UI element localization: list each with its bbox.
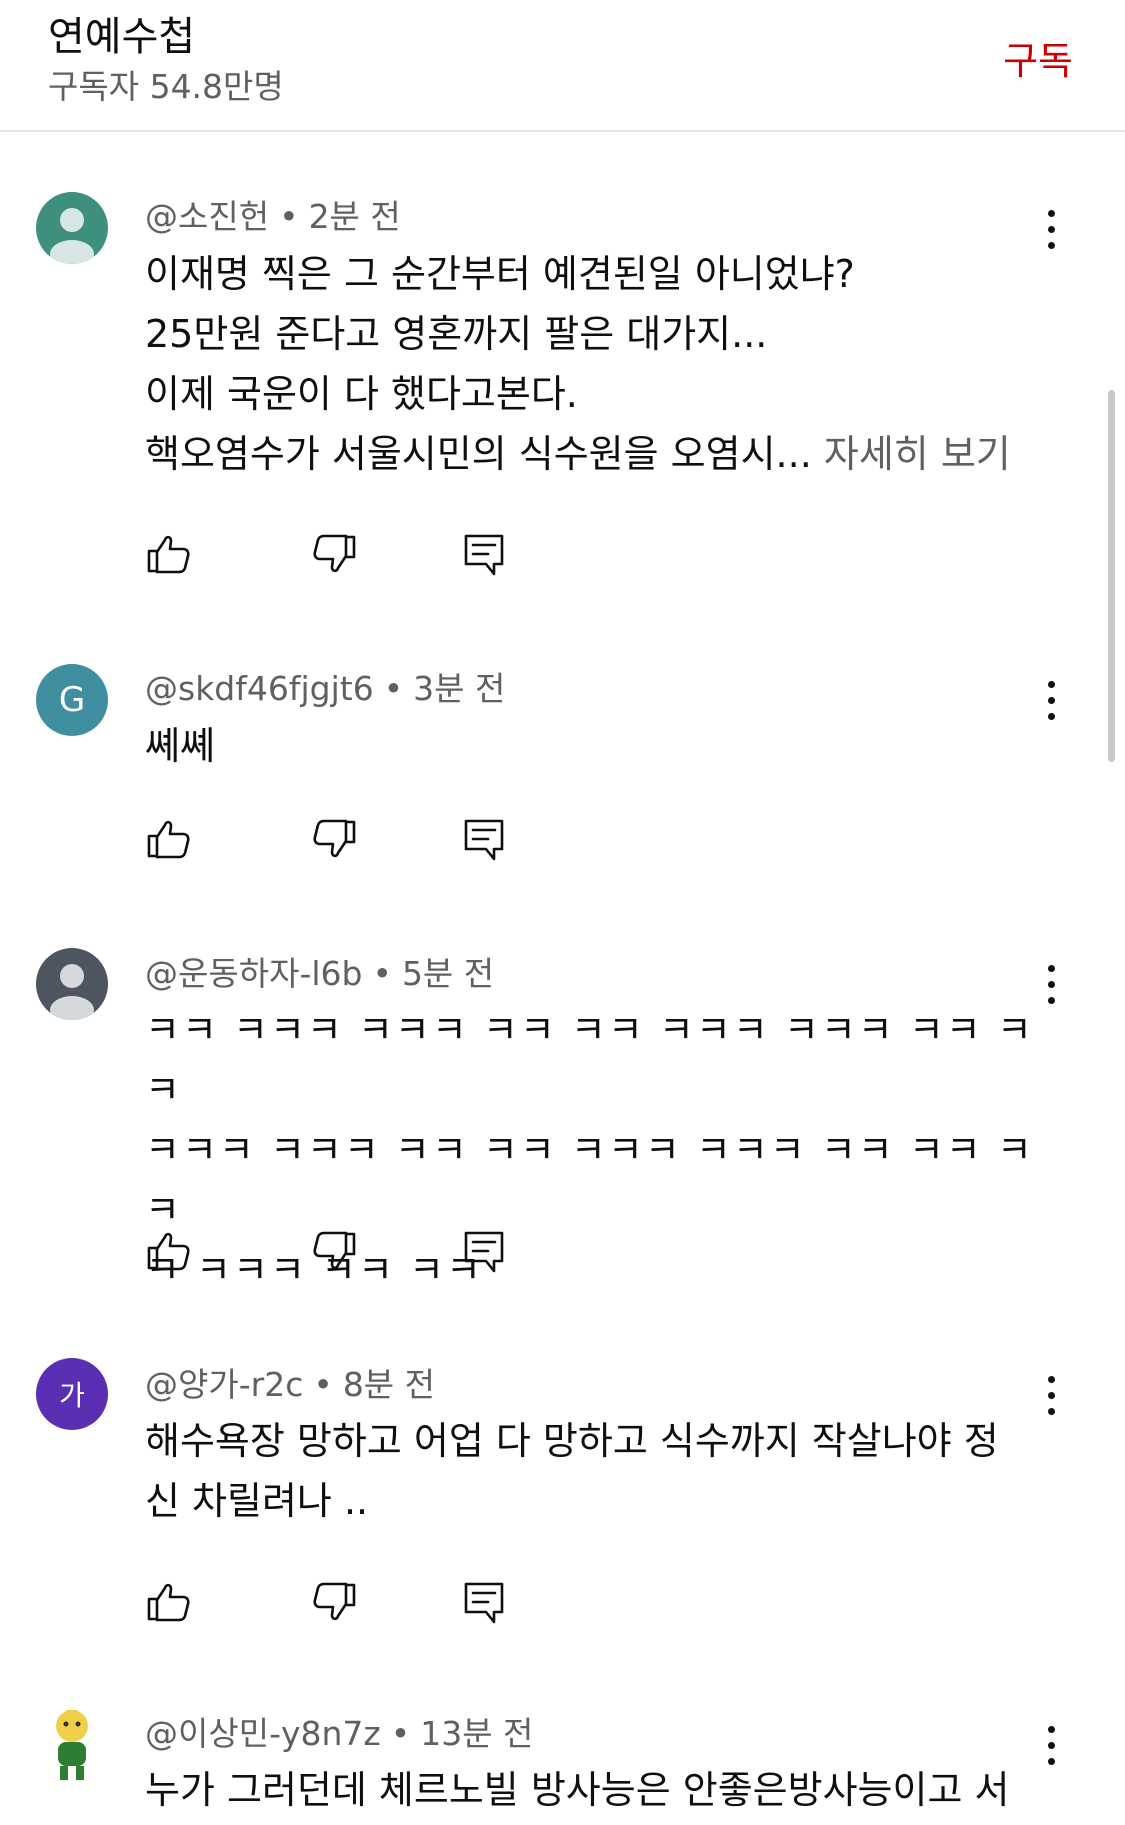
- comment-author[interactable]: @운동하자-l6b: [145, 954, 362, 993]
- default-user-icon: [50, 964, 94, 1020]
- comment-line: ㅋㅋㅋ ㅋㅋㅋ ㅋㅋ ㅋㅋ ㅋㅋㅋ ㅋㅋㅋ ㅋㅋ ㅋㅋ ㅋㅋ: [145, 1128, 1034, 1232]
- comment-meta: @이상민-y8n7z • 13분 전: [145, 1714, 534, 1753]
- comment-actions: [145, 1227, 525, 1277]
- comment-line: 핵오염수가 서울시민의 식수원을 오염시... 자세히 보기: [145, 424, 1045, 484]
- thumbs-down-icon: [313, 534, 356, 573]
- reply-icon: [464, 534, 504, 576]
- like-button[interactable]: [145, 530, 193, 578]
- comment-author[interactable]: @skdf46fjgjt6: [145, 669, 374, 708]
- thumbs-up-icon: [147, 820, 190, 859]
- like-button[interactable]: [145, 1227, 193, 1275]
- dislike-button[interactable]: [310, 530, 358, 578]
- comment-actions: [145, 815, 525, 865]
- comment-line: 이재명 찍은 그 순간부터 예견된일 아니었냐?: [145, 252, 855, 296]
- dislike-button[interactable]: [310, 1227, 358, 1275]
- default-user-icon: [50, 208, 94, 264]
- comment-time: 5분 전: [401, 954, 495, 993]
- reply-button[interactable]: [460, 1578, 508, 1626]
- reply-button[interactable]: [460, 1227, 508, 1275]
- comment-author[interactable]: @소진헌: [145, 197, 269, 236]
- thumbs-up-icon: [147, 1583, 190, 1622]
- comment-line: ㅋㅋ ㅋㅋㅋ ㅋㅋㅋ ㅋㅋ ㅋㅋ ㅋㅋㅋ ㅋㅋㅋ ㅋㅋ ㅋㅋ: [145, 1008, 1034, 1112]
- comment-text: 해수욕장 망하고 어업 다 망하고 식수까지 작살나야 정 신 차릴려나 ..: [145, 1411, 1045, 1531]
- thumbs-up-icon: [147, 1232, 190, 1271]
- avatar[interactable]: [36, 1710, 108, 1782]
- like-button[interactable]: [145, 815, 193, 863]
- reply-icon: [464, 1582, 504, 1624]
- avatar[interactable]: [36, 192, 108, 264]
- comment-time: 2분 전: [308, 197, 401, 236]
- comment-line: 25만원 준다고 영혼까지 팔은 대가지...: [145, 312, 768, 356]
- comment-line: 해수욕장 망하고 어업 다 망하고 식수까지 작살나야 정: [145, 1419, 999, 1463]
- comment-author[interactable]: @양가-r2c: [145, 1365, 303, 1404]
- comment-text: 쎼쎼: [145, 716, 1045, 776]
- comment-text: 이재명 찍은 그 순간부터 예견된일 아니었냐? 25만원 준다고 영혼까지 팔…: [145, 244, 1045, 484]
- comment-time: 8분 전: [342, 1365, 436, 1404]
- reply-icon: [464, 1231, 504, 1273]
- thumbs-up-icon: [147, 535, 190, 574]
- dislike-button[interactable]: [310, 1578, 358, 1626]
- comment-line-text: 핵오염수가 서울시민의 식수원을 오염시...: [145, 432, 812, 476]
- comment-meta: @양가-r2c • 8분 전: [145, 1365, 436, 1404]
- avatar-letter: G: [58, 680, 86, 720]
- comment-actions: [145, 1578, 525, 1628]
- comment-line: 신 차릴려나 ..: [145, 1479, 369, 1523]
- channel-name[interactable]: 연예수첩: [48, 4, 195, 62]
- subscriber-count: 구독자 54.8만명: [48, 67, 284, 106]
- comment-meta: @운동하자-l6b • 5분 전: [145, 954, 495, 993]
- reply-button[interactable]: [460, 815, 508, 863]
- comment-meta: @skdf46fjgjt6 • 3분 전: [145, 669, 506, 708]
- thumbs-down-icon: [313, 1231, 356, 1270]
- reply-icon: [464, 819, 504, 861]
- comment-actions: [145, 530, 525, 580]
- comment-line: 쎼쎼: [145, 724, 215, 768]
- comment-text: 누가 그러던데 체르노빌 방사능은 안좋은방사능이고 서: [145, 1760, 1045, 1820]
- avatar[interactable]: G: [36, 664, 108, 736]
- dislike-button[interactable]: [310, 815, 358, 863]
- avatar[interactable]: 가: [36, 1358, 108, 1430]
- thumbs-down-icon: [313, 819, 356, 858]
- comment-line: 누가 그러던데 체르노빌 방사능은 안좋은방사능이고 서: [145, 1768, 1010, 1812]
- mascot-avatar-icon: [56, 1710, 88, 1780]
- comment-time: 13분 전: [420, 1714, 534, 1753]
- reply-button[interactable]: [460, 530, 508, 578]
- comment-meta: @소진헌 • 2분 전: [145, 197, 401, 236]
- comment-time: 3분 전: [413, 669, 506, 708]
- like-button[interactable]: [145, 1578, 193, 1626]
- comment-author[interactable]: @이상민-y8n7z: [145, 1714, 381, 1753]
- read-more-link[interactable]: 자세히 보기: [824, 432, 1011, 476]
- subscribe-button[interactable]: 구독: [1003, 30, 1073, 85]
- avatar-letter: 가: [59, 1379, 85, 1412]
- avatar[interactable]: [36, 948, 108, 1020]
- channel-header: 연예수첩 구독자 54.8만명 구독: [0, 0, 1125, 132]
- comment-line: 이제 국운이 다 했다고본다.: [145, 372, 578, 416]
- scrollbar[interactable]: [1108, 390, 1115, 762]
- thumbs-down-icon: [313, 1582, 356, 1621]
